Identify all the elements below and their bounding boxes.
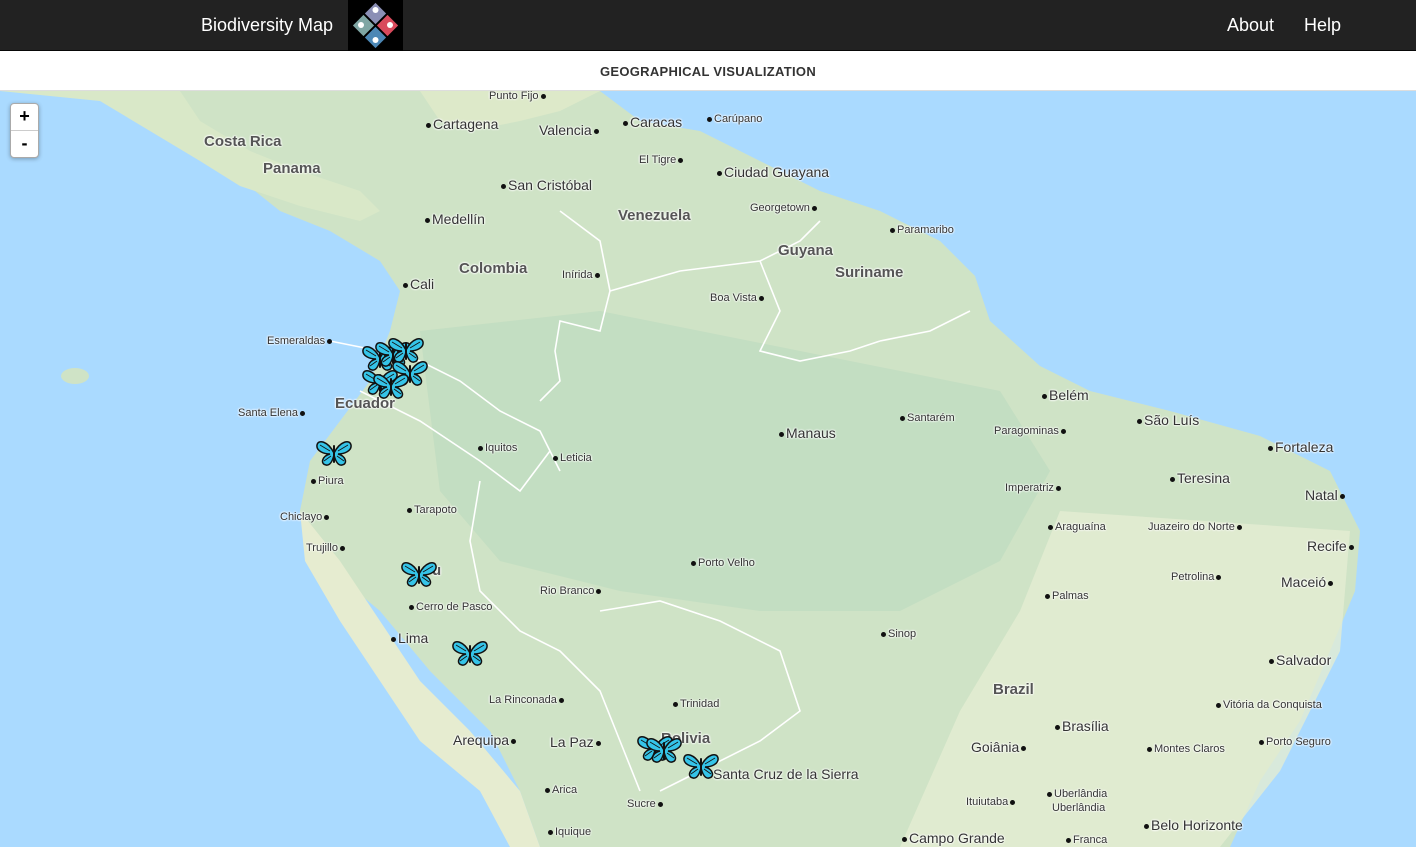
city-label: Montes Claros [1145,742,1225,756]
country-label: Suriname [835,264,904,281]
help-link[interactable]: Help [1304,15,1341,36]
city-label: Caracas [621,115,682,129]
city-label: Santa Elena [238,406,307,420]
city-label: San Cristóbal [499,178,592,192]
butterfly-icon[interactable] [452,639,488,667]
city-label: Salvador [1267,653,1331,667]
page-title: GEOGRAPHICAL VISUALIZATION [599,64,817,79]
city-label: Carúpano [705,112,762,126]
city-label: Manaus [777,426,836,440]
city-label: Sinop [879,627,916,641]
city-label: Uberlândia [1045,788,1107,801]
city-label: Cali [401,277,434,291]
city-label: Goiânia [971,740,1028,754]
brand-title[interactable]: Biodiversity Map [201,15,333,36]
city-label: La Rinconada [489,693,566,707]
butterfly-icon[interactable] [316,439,352,467]
city-label: Boa Vista [710,291,766,305]
city-label: Porto Seguro [1257,735,1331,749]
city-label: Fortaleza [1266,440,1333,454]
butterfly-icon[interactable] [683,752,719,780]
city-label: Inírida [562,268,602,282]
country-label: Venezuela [618,207,691,224]
country-label: Brazil [993,681,1034,698]
butterfly-icon[interactable] [401,560,437,588]
country-label: Guyana [778,242,834,259]
country-label: Costa Rica [204,133,282,150]
city-label: Ituiutaba [966,795,1017,809]
subheader: GEOGRAPHICAL VISUALIZATION [0,51,1416,91]
city-label: Arequipa [453,733,518,747]
city-label: Belém [1040,388,1089,402]
city-label: Valencia [539,123,601,137]
city-label: Maceió [1281,575,1335,589]
zoom-in-button[interactable]: + [11,104,38,131]
city-label: Esmeraldas [267,334,334,348]
city-label: Tarapoto [405,503,457,517]
city-label: Piura [309,474,344,488]
city-label: Petrolina [1171,570,1223,584]
city-label: Palmas [1043,589,1089,603]
city-label: Lima [389,631,428,645]
city-label: Trinidad [671,697,719,711]
city-label: Santarém [898,411,955,425]
city-label: Iquitos [476,441,517,455]
city-label: Juazeiro do Norte [1148,520,1244,534]
city-label: Teresina [1168,471,1230,485]
logo[interactable] [348,0,403,51]
city-label: Araguaína [1046,520,1106,534]
zoom-out-button[interactable]: - [11,131,38,157]
city-label: Uberlândia [1052,802,1106,814]
city-label: Paramaribo [888,223,954,237]
city-label: Sucre [627,797,665,811]
about-link[interactable]: About [1227,15,1274,36]
city-label: Brasília [1053,719,1109,733]
butterfly-icon[interactable] [373,372,409,400]
city-label: Natal [1305,488,1347,502]
city-label: El Tigre [639,153,685,167]
city-label: Punto Fijo [489,91,548,103]
city-label: Franca [1064,833,1107,847]
city-label: Cerro de Pasco [407,600,492,614]
butterfly-icon[interactable] [646,736,682,764]
city-label: Rio Branco [540,584,603,598]
map[interactable]: + - Costa Rica Panama Venezuela Colombia… [0,91,1416,847]
country-label: Panama [263,160,321,177]
city-label: Leticia [551,451,592,465]
city-label: São Luís [1135,413,1199,427]
city-label: Chiclayo [280,510,331,524]
navbar: Biodiversity Map About Help [0,0,1416,51]
country-label: Colombia [459,260,528,277]
city-label: Imperatriz [1005,481,1063,495]
city-label: La Paz [550,735,603,749]
city-label: Arica [543,783,577,797]
city-label: Georgetown [750,201,819,215]
city-label: Belo Horizonte [1142,818,1243,832]
city-label: Santa Cruz de la Sierra [713,766,859,782]
city-label: Cartagena [424,117,498,131]
city-label: Paragominas [994,424,1068,438]
zoom-control: + - [10,103,39,158]
city-label: Ciudad Guayana [715,165,829,179]
city-label: Recife [1307,539,1356,553]
city-label: Campo Grande [900,831,1005,845]
city-label: Trujillo [306,541,347,555]
city-label: Porto Velho [689,556,755,570]
city-label: Iquique [546,825,591,839]
city-label: Vitória da Conquista [1214,698,1322,712]
city-label: Medellín [423,212,485,226]
